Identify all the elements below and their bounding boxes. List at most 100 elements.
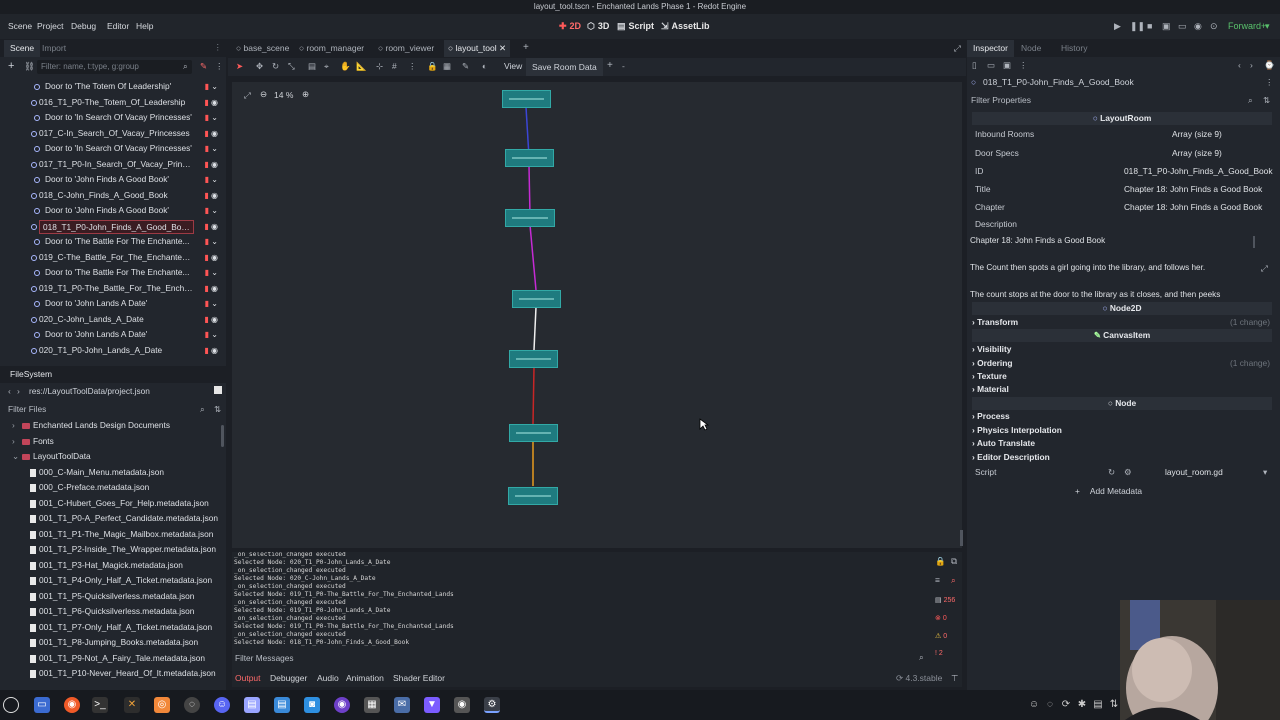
script-icon[interactable]: ▮ xyxy=(205,82,209,91)
other-toggle[interactable]: ! 2 xyxy=(935,650,943,657)
chevron-down-icon[interactable]: ⌄ xyxy=(211,299,218,308)
link-icon[interactable]: ⛓ xyxy=(24,61,35,72)
script-icon[interactable]: ▮ xyxy=(204,284,208,293)
chevron-down-icon[interactable]: ⌄ xyxy=(211,113,218,122)
scene-tab-room-manager[interactable]: ○ room_manager xyxy=(299,43,364,53)
filesystem-file[interactable]: 001_T1_P8-Jumping_Books.metadata.json xyxy=(0,635,224,651)
script-filter-icon[interactable]: ✎ xyxy=(200,61,207,72)
tab-shader-editor[interactable]: Shader Editor xyxy=(393,671,445,686)
pivot-icon[interactable]: ⌖ xyxy=(324,61,329,72)
save-icon[interactable]: ▣ xyxy=(1003,60,1011,71)
game-icon[interactable]: ✕ xyxy=(124,697,140,713)
tray-clipboard-icon[interactable]: ▤ xyxy=(1090,697,1106,713)
canvas-viewport[interactable]: ⤢ ⊖ 14 % ⊕ xyxy=(232,82,962,548)
filesystem-scrollbar[interactable] xyxy=(221,425,224,447)
scene-tree-item[interactable]: 019_T1_P0-The_Battle_For_The_Enchant... ▮… xyxy=(0,281,224,297)
pause-icon[interactable]: ❚❚ xyxy=(1130,14,1145,39)
add-tab-icon[interactable]: + xyxy=(523,42,529,53)
clear-icon[interactable]: ⧉ xyxy=(951,556,957,567)
layout-icon[interactable]: ⊤ xyxy=(951,671,958,686)
menu-debug[interactable]: Debug xyxy=(71,14,96,39)
browser-icon[interactable]: ◉ xyxy=(64,697,80,713)
description-scrollbar[interactable] xyxy=(1253,236,1255,248)
scene-tree-item[interactable]: Door to 'John Finds A Good Book' ▮ ⌄ xyxy=(0,203,224,219)
github-icon[interactable]: ◉ xyxy=(334,697,350,713)
menu-dots-icon[interactable]: ⋮ xyxy=(214,42,223,53)
filesystem-file[interactable]: 001_T1_P6-Quicksilverless.metadata.json xyxy=(0,604,224,620)
search-output-icon[interactable]: ⌕ xyxy=(951,575,956,586)
viewport-scrollbar[interactable] xyxy=(960,530,963,546)
discord-icon[interactable]: ☺ xyxy=(214,697,230,713)
room-node[interactable] xyxy=(509,350,558,368)
prop-title[interactable]: Title Chapter 18: John Finds a Good Book xyxy=(967,180,1273,198)
section-physics-interpolation[interactable]: › Physics Interpolation xyxy=(972,424,1272,437)
object-menu-icon[interactable]: ⋮ xyxy=(1265,77,1274,88)
filesystem-file[interactable]: 000_C-Preface.metadata.json xyxy=(0,480,224,496)
tab-inspector[interactable]: Inspector xyxy=(967,40,1014,57)
expand-icon[interactable]: ⤢ xyxy=(1261,263,1268,274)
script-icon[interactable]: ▮ xyxy=(205,206,209,215)
copy-icon[interactable]: ≡ xyxy=(935,575,940,585)
visibility-icon[interactable]: ◉ xyxy=(211,129,218,138)
scene-tree-item[interactable]: Door to 'John Lands A Date' ▮ ⌄ xyxy=(0,296,224,312)
scene-tree-item[interactable]: Door to 'In Search Of Vacay Princesses' ▮… xyxy=(0,141,224,157)
script-icon[interactable]: ▮ xyxy=(205,237,209,246)
scene-tree-item[interactable]: Door to 'In Search Of Vacay Princesses' ▮… xyxy=(0,110,224,126)
smart-snap-icon[interactable]: ⊹ xyxy=(376,61,383,72)
scene-tree-item[interactable]: Door to 'The Totem Of Leadership' ▮ ⌄ xyxy=(0,79,224,95)
messages-toggle[interactable]: ▤ 256 xyxy=(935,596,955,604)
camera-override-icon[interactable]: ◐ xyxy=(482,61,487,71)
script-icon[interactable]: ▮ xyxy=(204,160,208,169)
redot-icon[interactable]: ⚙ xyxy=(484,697,500,713)
script-icon[interactable]: ▮ xyxy=(204,222,208,231)
chevron-down-icon[interactable]: ⌄ xyxy=(211,206,218,215)
tab-import[interactable]: Import xyxy=(36,40,72,57)
chevron-down-icon[interactable]: ⌄ xyxy=(211,175,218,184)
object-name[interactable]: 018_T1_P0-John_Finds_A_Good_Book xyxy=(983,77,1134,87)
new-resource-icon[interactable]: ▯ xyxy=(972,60,977,71)
room-node[interactable] xyxy=(502,90,551,108)
lock-icon[interactable]: 🔒 xyxy=(427,61,438,72)
script-icon[interactable]: ▮ xyxy=(204,98,208,107)
tray-update-icon[interactable]: ⟳ xyxy=(1058,697,1074,713)
minus-icon[interactable]: - xyxy=(622,61,625,71)
tab-animation[interactable]: Animation xyxy=(346,671,384,686)
open-folder-icon[interactable]: ▭ xyxy=(987,60,995,71)
add-icon[interactable]: + xyxy=(607,60,613,71)
scene-tree-item[interactable]: Door to 'John Finds A Good Book' ▮ ⌄ xyxy=(0,172,224,188)
scene-tab-base[interactable]: ○ base_scene xyxy=(236,43,289,53)
room-node[interactable] xyxy=(508,487,558,505)
script-icon[interactable]: ▮ xyxy=(205,330,209,339)
room-node[interactable] xyxy=(512,290,561,308)
camera-icon[interactable]: ◙ xyxy=(304,697,320,713)
skeleton-icon[interactable]: ✎ xyxy=(462,61,469,72)
script-icon[interactable]: ▮ xyxy=(205,113,209,122)
scene-tree-item[interactable]: 016_T1_P0-The_Totem_Of_Leadership ▮ ◉ xyxy=(0,95,224,111)
section-material[interactable]: › Material xyxy=(972,383,1272,396)
terminal-icon[interactable]: >_ xyxy=(92,697,108,713)
move-tool-icon[interactable]: ✥ xyxy=(256,61,263,72)
tab-node[interactable]: Node xyxy=(1015,40,1047,57)
add-metadata-button[interactable]: + Add Metadata xyxy=(1075,484,1142,498)
filesystem-file[interactable]: 001_T1_P1-The_Magic_Mailbox.metadata.jso… xyxy=(0,527,224,543)
chevron-down-icon[interactable]: ⌄ xyxy=(211,330,218,339)
view-menu[interactable]: View xyxy=(504,61,522,71)
section-transform[interactable]: › Transform (1 change) xyxy=(972,316,1272,329)
play-custom-icon[interactable]: ▭ xyxy=(1178,14,1187,39)
prop-id[interactable]: ID 018_T1_P0-John_Finds_A_Good_Book xyxy=(967,162,1273,180)
filesystem-folder[interactable]: › Fonts xyxy=(0,434,224,450)
section-ordering[interactable]: › Ordering (1 change) xyxy=(972,357,1272,370)
filesystem-filter-input[interactable]: Filter Files xyxy=(8,404,46,414)
chevron-down-icon[interactable]: ⌄ xyxy=(211,82,218,91)
scene-tree-item[interactable]: Door to 'John Lands A Date' ▮ ⌄ xyxy=(0,327,224,343)
add-node-icon[interactable]: + xyxy=(8,60,14,72)
back-icon[interactable]: ‹ xyxy=(8,386,11,396)
scene-tab-room-viewer[interactable]: ○ room_viewer xyxy=(378,43,434,53)
section-auto-translate[interactable]: › Auto Translate xyxy=(972,437,1272,450)
script-icon[interactable]: ▮ xyxy=(205,175,209,184)
play-scene-icon[interactable]: ▣ xyxy=(1162,14,1171,39)
script-icon[interactable]: ▮ xyxy=(205,144,209,153)
history-back-icon[interactable]: ‹ xyxy=(1238,60,1241,70)
scale-tool-icon[interactable]: ⤡ xyxy=(288,61,295,72)
scene-tree-item[interactable]: 017_C-In_Search_Of_Vacay_Princesses ▮ ◉ xyxy=(0,126,224,142)
